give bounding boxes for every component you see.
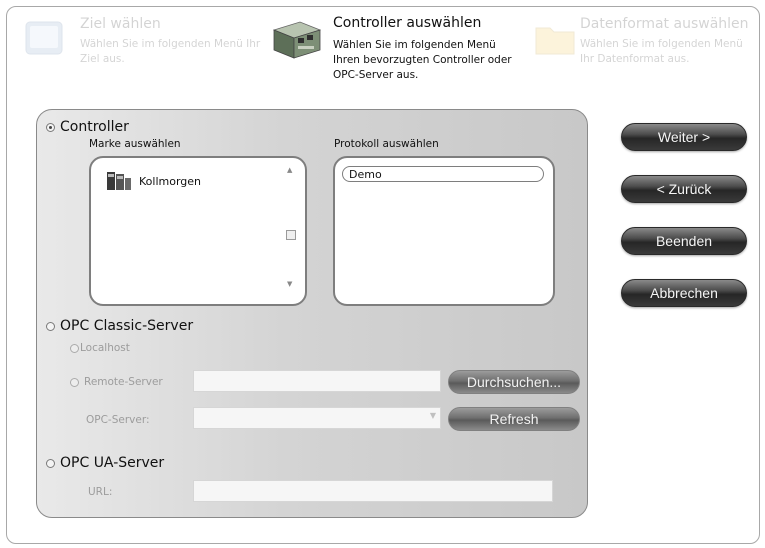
opc-classic-radio[interactable]	[46, 322, 55, 331]
localhost-label: Localhost	[80, 342, 130, 354]
back-button[interactable]: < Zurück	[621, 175, 747, 203]
browse-button[interactable]: Durchsuchen...	[448, 370, 580, 394]
protocol-item[interactable]: Demo	[342, 166, 544, 182]
brand-item[interactable]: Kollmorgen	[106, 170, 246, 194]
step-3-description: Wählen Sie im folgenden Menü Ihr Datenfo…	[580, 38, 743, 65]
finish-button[interactable]: Beenden	[621, 227, 747, 255]
opc-server-dropdown[interactable]: ▼	[193, 407, 441, 429]
brand-list-scrollbar[interactable]: ▲ ▼	[285, 166, 297, 290]
brand-listbox[interactable]: Kollmorgen ▲ ▼	[89, 156, 307, 306]
brand-item-label: Kollmorgen	[139, 175, 202, 188]
protocol-label: Protokoll auswählen	[334, 138, 439, 150]
brand-label: Marke auswählen	[89, 138, 181, 150]
localhost-radio[interactable]	[70, 344, 79, 353]
remote-server-label: Remote-Server	[84, 376, 163, 388]
remote-server-radio[interactable]	[70, 378, 79, 387]
scroll-down-icon[interactable]: ▼	[287, 280, 292, 288]
step-1-description: Wählen Sie im folgenden Menü Ihr Ziel au…	[80, 38, 261, 65]
remote-server-input[interactable]	[193, 370, 441, 392]
opc-server-label: OPC-Server:	[86, 414, 150, 426]
step-2-description: Wählen Sie im folgenden Menü Ihren bevor…	[333, 39, 512, 81]
controller-icon	[270, 16, 324, 68]
url-label: URL:	[88, 486, 113, 498]
opc-ua-label: OPC UA-Server	[60, 455, 165, 471]
dropdown-arrow-icon: ▼	[429, 411, 436, 420]
drive-icon	[106, 170, 132, 198]
folder-icon	[532, 16, 578, 66]
url-input[interactable]	[193, 480, 553, 502]
next-button[interactable]: Weiter >	[621, 123, 747, 151]
controller-label: Controller	[60, 119, 129, 135]
scroll-thumb[interactable]	[286, 230, 296, 240]
cancel-button[interactable]: Abbrechen	[621, 279, 747, 307]
opc-ua-radio[interactable]	[46, 459, 55, 468]
step-2-title: Controller auswählen	[333, 15, 482, 31]
refresh-button[interactable]: Refresh	[448, 407, 580, 431]
target-icon	[22, 16, 68, 66]
opc-classic-label: OPC Classic-Server	[60, 318, 194, 334]
controller-radio[interactable]	[46, 123, 55, 132]
protocol-listbox[interactable]: Demo	[333, 156, 555, 306]
step-1-title: Ziel wählen	[80, 16, 161, 32]
scroll-up-icon[interactable]: ▲	[287, 166, 292, 174]
step-3-title: Datenformat auswählen	[580, 16, 749, 32]
